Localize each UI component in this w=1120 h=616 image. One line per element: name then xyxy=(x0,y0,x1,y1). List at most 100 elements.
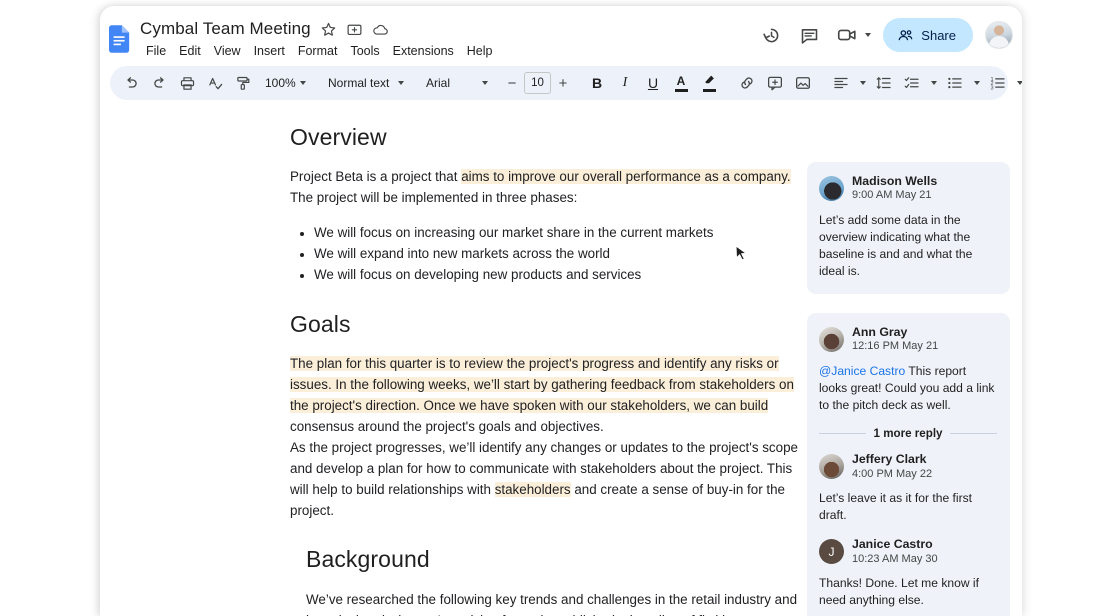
heading-overview: Overview xyxy=(290,124,387,150)
document-page[interactable]: Overview Project Beta is a project that … xyxy=(290,104,800,616)
numbered-list-icon-wrap[interactable]: 1 2 3 xyxy=(984,69,1012,97)
list-item: We will focus on increasing our market s… xyxy=(314,222,800,243)
comment-timestamp: 9:00 AM May 21 xyxy=(852,189,932,202)
comment-author: Janice Castro xyxy=(852,537,933,552)
heading-goals: Goals xyxy=(290,311,351,337)
paragraph-goals-2: As the project progresses, we’ll identif… xyxy=(290,437,800,521)
more-replies-label[interactable]: 1 more reply xyxy=(874,427,943,440)
bold-button[interactable]: B xyxy=(583,69,611,97)
link-icon xyxy=(741,77,753,89)
comment-meta: Ann Gray 12:16 PM May 21 xyxy=(852,325,938,354)
comment-reply: Jeffery Clark 4:00 PM May 22 Let’s leave… xyxy=(819,452,997,524)
svg-text:3: 3 xyxy=(991,85,994,91)
comment-header: Ann Gray 12:16 PM May 21 xyxy=(819,325,997,354)
align-selector[interactable] xyxy=(827,69,870,97)
comment-author: Ann Gray xyxy=(852,325,908,340)
line-spacing-icon xyxy=(876,77,891,89)
share-button[interactable]: Share xyxy=(883,18,973,52)
document-canvas[interactable]: Overview Project Beta is a project that … xyxy=(100,104,1022,616)
spellcheck-icon xyxy=(208,77,222,89)
comment-thread[interactable]: Madison Wells 9:00 AM May 21 Let’s add s… xyxy=(807,162,1010,295)
add-comment-icon xyxy=(767,76,783,91)
comment-meta: Jeffery Clark 4:00 PM May 22 xyxy=(852,452,932,481)
meet-icon-wrap[interactable] xyxy=(830,18,864,52)
star-icon[interactable] xyxy=(320,21,337,38)
insert-image-button[interactable] xyxy=(789,69,817,97)
comment-header: J Janice Castro 10:23 AM May 30 xyxy=(819,537,997,566)
zoom-value: 100% xyxy=(265,76,296,90)
insert-link-button[interactable] xyxy=(733,69,761,97)
comment-header: Madison Wells 9:00 AM May 21 xyxy=(819,174,997,203)
paragraph-style-selector[interactable]: Normal text xyxy=(320,69,408,97)
bold-label: B xyxy=(591,75,603,91)
comment-timestamp: 10:23 AM May 30 xyxy=(852,552,938,565)
checklist-icon-wrap[interactable] xyxy=(898,69,926,97)
text-run: Project Beta is a project that xyxy=(290,169,462,184)
font-size-input[interactable]: 10 xyxy=(524,72,551,94)
header-actions: Share xyxy=(754,18,1013,52)
paragraph-background-1: We’ve researched the following key trend… xyxy=(306,592,798,616)
comment-thread[interactable]: Ann Gray 12:16 PM May 21 @Janice Castro … xyxy=(807,313,1010,616)
undo-button[interactable] xyxy=(117,69,145,97)
chevron-down-icon xyxy=(1017,81,1022,85)
document-title[interactable]: Cymbal Team Meeting xyxy=(140,19,311,39)
docs-window: Cymbal Team Meeting File Edit View Inser… xyxy=(100,6,1022,616)
printer-icon xyxy=(180,76,194,90)
underline-label: U xyxy=(647,75,659,91)
menu-tools[interactable]: Tools xyxy=(344,43,385,59)
italic-button[interactable]: I xyxy=(611,69,639,97)
menu-help[interactable]: Help xyxy=(461,43,499,59)
comment-header: Jeffery Clark 4:00 PM May 22 xyxy=(819,452,997,481)
menu-edit[interactable]: Edit xyxy=(173,43,207,59)
history-icon xyxy=(763,28,779,42)
menu-format[interactable]: Format xyxy=(292,43,344,59)
text-color-button[interactable]: A xyxy=(667,69,695,97)
paint-format-button[interactable] xyxy=(229,69,257,97)
avatar xyxy=(819,176,844,202)
print-button[interactable] xyxy=(173,69,201,97)
divider xyxy=(950,433,998,435)
comment-body: Thanks! Done. Let me know if need anythi… xyxy=(819,576,979,608)
image-icon xyxy=(795,77,811,89)
comment-history-button[interactable] xyxy=(792,18,826,52)
bulleted-list-icon-wrap[interactable] xyxy=(941,69,969,97)
cloud-saved-icon[interactable] xyxy=(372,21,389,38)
align-left-icon-wrap[interactable] xyxy=(827,69,855,97)
version-history-button[interactable] xyxy=(754,18,788,52)
paragraph-style-value: Normal text xyxy=(328,76,390,90)
menu-file[interactable]: File xyxy=(140,43,172,59)
add-comment-button[interactable] xyxy=(761,69,789,97)
bulleted-list-selector[interactable] xyxy=(941,69,984,97)
numbered-list-selector[interactable]: 1 2 3 xyxy=(984,69,1022,97)
comment-body: Let’s add some data in the overview indi… xyxy=(819,213,973,279)
redo-icon xyxy=(153,76,164,88)
chevron-down-icon xyxy=(865,33,872,37)
account-avatar[interactable] xyxy=(985,21,1013,49)
menu-view[interactable]: View xyxy=(208,43,247,59)
spelling-check-button[interactable] xyxy=(201,69,229,97)
comment-icon xyxy=(801,28,818,44)
highlight-color-button[interactable] xyxy=(695,69,723,97)
move-to-folder-icon[interactable] xyxy=(346,21,363,38)
divider xyxy=(819,433,866,435)
decrease-font-size-button[interactable]: − xyxy=(502,71,522,95)
checklist-selector[interactable] xyxy=(898,69,941,97)
menu-insert[interactable]: Insert xyxy=(248,43,291,59)
align-left-icon xyxy=(834,77,848,89)
underline-button[interactable]: U xyxy=(639,69,667,97)
meet-button[interactable] xyxy=(830,18,875,52)
redo-button[interactable] xyxy=(145,69,173,97)
zoom-selector[interactable]: 100% xyxy=(257,69,310,97)
text-color-label: A xyxy=(676,73,686,88)
font-family-value: Arial xyxy=(426,76,451,90)
more-replies-row[interactable]: 1 more reply xyxy=(819,427,998,440)
comments-panel: Madison Wells 9:00 AM May 21 Let’s add s… xyxy=(807,162,1010,616)
chevron-down-icon xyxy=(931,81,937,85)
mention-link[interactable]: @Janice Castro xyxy=(819,364,905,378)
increase-font-size-button[interactable]: + xyxy=(553,71,573,95)
font-family-selector[interactable]: Arial xyxy=(418,69,492,97)
menu-extensions[interactable]: Extensions xyxy=(387,43,460,59)
heading-background: Background xyxy=(306,546,430,572)
line-spacing-button[interactable] xyxy=(870,69,898,97)
highlight-color-swatch xyxy=(702,89,716,92)
